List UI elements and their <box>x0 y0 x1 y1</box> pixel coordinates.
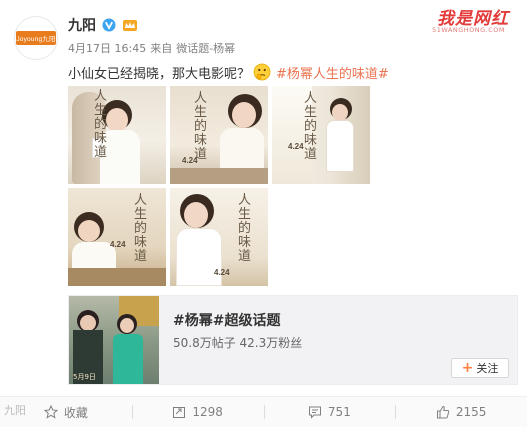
post-text-row: 小仙女已经揭晓，那大电影呢？ #杨幂人生的味道# <box>68 62 389 82</box>
comment-count: 751 <box>327 405 351 419</box>
photo-title: 人生的味道 <box>194 91 208 162</box>
follow-label: 关注 <box>476 362 499 375</box>
comment-button[interactable]: 751 <box>263 397 396 427</box>
brand-logo: Joyoung九阳 <box>16 31 56 45</box>
watermark: 我是网红 51WANGHONG.COM <box>403 4 513 40</box>
action-bar: 收藏 1298 751 2155 <box>0 396 527 427</box>
post-meta: 4月17日 16:45 来自 微话题-杨幂 <box>68 40 235 56</box>
like-button[interactable]: 2155 <box>395 397 527 427</box>
topic-title[interactable]: #杨幂#超级话题 <box>173 310 280 330</box>
favorite-label: 收藏 <box>63 405 88 420</box>
post-photo-1[interactable]: 人生的味道 <box>68 86 166 184</box>
comment-icon <box>308 406 321 419</box>
photo-title: 人生的味道 <box>304 91 318 162</box>
photo-date: 4.24 <box>288 142 304 151</box>
source-prefix: 来自 <box>150 42 173 55</box>
post-photo-3[interactable]: 人生的味道 4.24 <box>272 86 370 184</box>
user-row: 九阳 <box>68 14 138 36</box>
thinking-emoji-icon <box>253 63 271 81</box>
repost-button[interactable]: 1298 <box>131 397 264 427</box>
vip-crown-icon[interactable] <box>122 18 138 32</box>
post-photo-2[interactable]: 人生的味道 4.24 <box>170 86 268 184</box>
username[interactable]: 九阳 <box>68 15 96 35</box>
plus-icon: + <box>461 360 474 376</box>
repost-count: 1298 <box>192 405 223 419</box>
weibo-post: Joyoung九阳 九阳 4月17日 16:45 来自 微话题-杨幂 我是网红 … <box>0 0 527 427</box>
post-photo-5[interactable]: 人生的味道 4.24 <box>170 188 268 286</box>
repost-icon <box>173 407 186 418</box>
bottom-watermark: 九阳 <box>4 404 26 417</box>
photo-title: 人生的味道 <box>94 89 108 160</box>
hashtag-link[interactable]: #杨幂人生的味道# <box>276 63 389 82</box>
photo-date: 4.24 <box>182 156 198 165</box>
post-photo-4[interactable]: 人生的味道 4.24 <box>68 188 166 286</box>
photo-date: 4.24 <box>214 268 230 277</box>
post-source[interactable]: 微话题-杨幂 <box>176 40 235 56</box>
topic-image[interactable]: 5月9日 <box>69 296 159 384</box>
photo-date: 4.24 <box>110 240 126 249</box>
watermark-subtitle: 51WANGHONG.COM <box>432 26 505 34</box>
verified-v-icon <box>102 18 116 32</box>
avatar[interactable]: Joyoung九阳 <box>14 16 58 60</box>
thumbs-up-icon <box>436 405 450 419</box>
topic-stats: 50.8万帖子 42.3万粉丝 <box>173 336 303 350</box>
like-count: 2155 <box>455 405 487 419</box>
photo-title: 人生的味道 <box>134 193 148 264</box>
follow-button[interactable]: + 关注 <box>451 358 509 378</box>
topic-card[interactable]: 5月9日 #杨幂#超级话题 50.8万帖子 42.3万粉丝 + 关注 <box>68 295 518 385</box>
post-time[interactable]: 4月17日 16:45 <box>68 40 146 56</box>
photo-title: 人生的味道 <box>238 193 252 264</box>
star-icon <box>43 405 58 419</box>
topic-image-caption: 5月9日 <box>73 373 96 381</box>
post-text: 小仙女已经揭晓，那大电影呢？ <box>68 66 251 82</box>
